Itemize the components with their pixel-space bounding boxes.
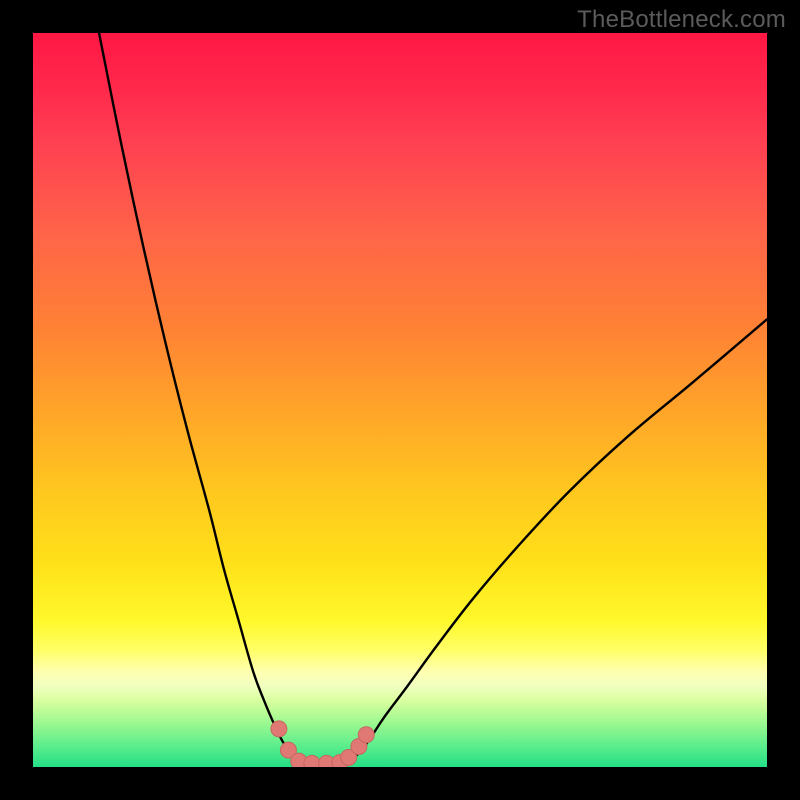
bottleneck-curve-right (341, 319, 767, 765)
data-marker (271, 721, 287, 737)
chart-frame: TheBottleneck.com (0, 0, 800, 800)
chart-overlay (33, 33, 767, 767)
watermark-text: TheBottleneck.com (577, 6, 786, 34)
data-marker (304, 755, 320, 767)
data-markers (271, 721, 374, 767)
bottleneck-curve-left (99, 33, 305, 766)
data-marker (358, 727, 374, 743)
